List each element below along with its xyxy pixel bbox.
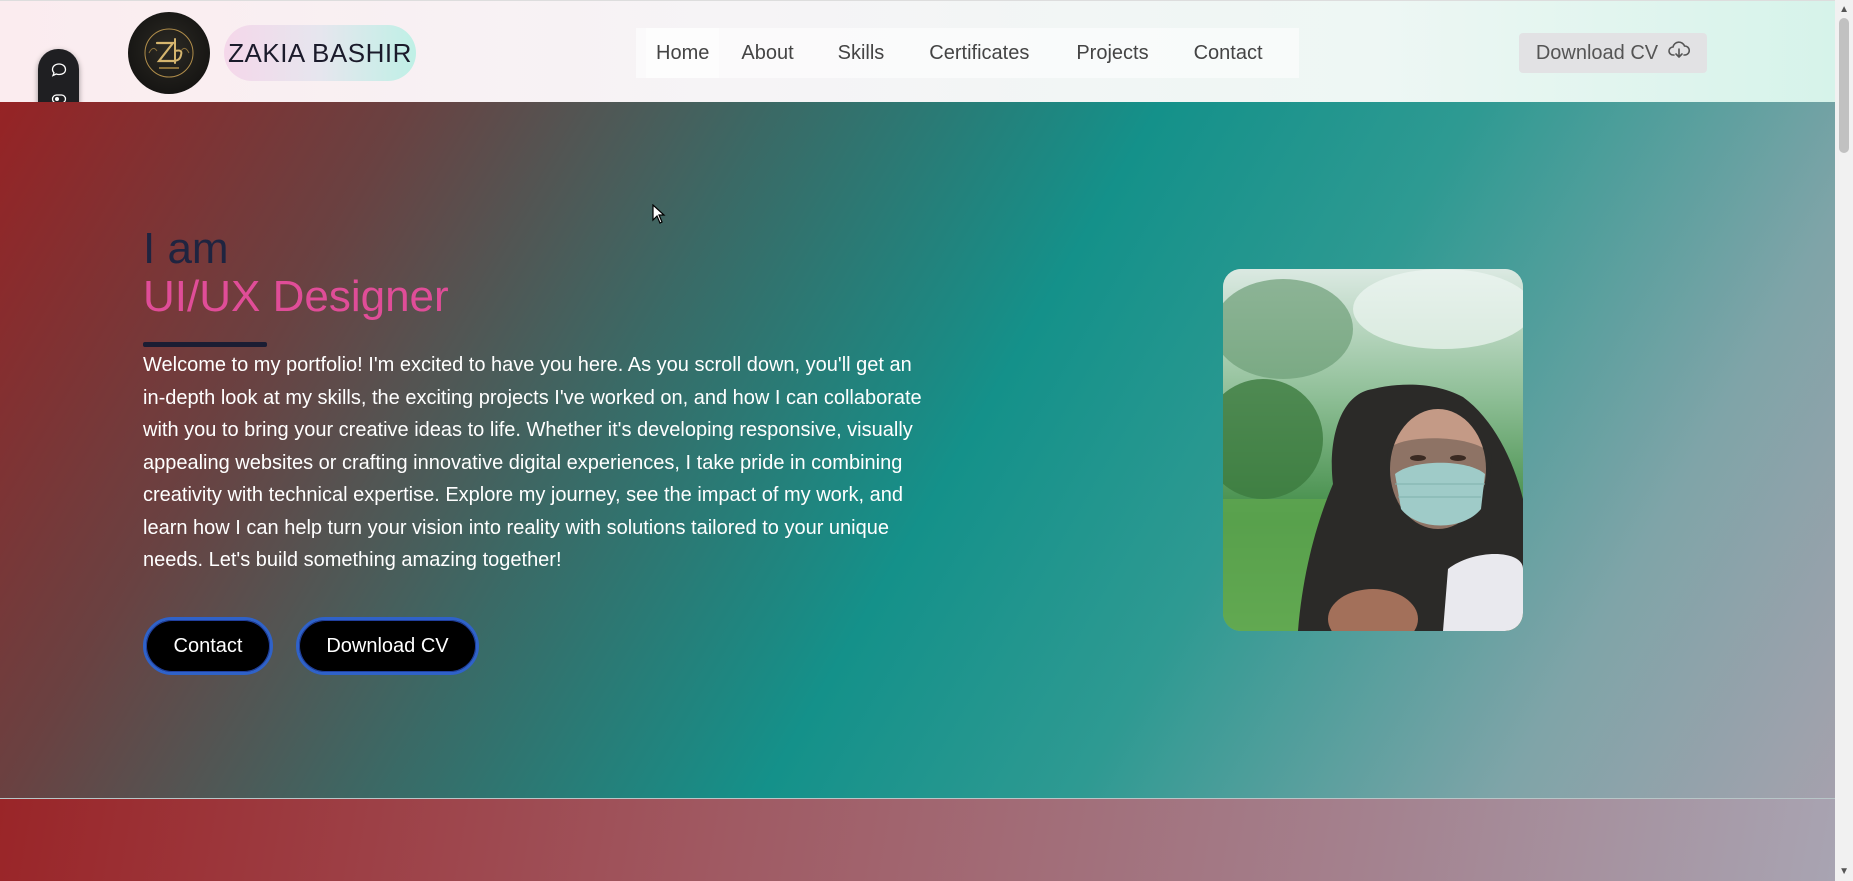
download-cv-label: Download CV xyxy=(1535,41,1659,64)
nav-skills[interactable]: Skills xyxy=(826,28,897,78)
scroll-up-arrow-icon[interactable]: ▲ xyxy=(1839,4,1849,15)
contact-button[interactable]: Contact xyxy=(143,617,273,675)
main-nav: Home About Skills Certificates Projects … xyxy=(636,28,1299,78)
hero-section: I am UI/UX Designer Welcome to my portfo… xyxy=(0,102,1835,799)
brand-name[interactable]: ZAKIA BASHIR xyxy=(224,25,416,81)
heading-underline xyxy=(143,342,267,347)
download-cv-header-button[interactable]: Download CV xyxy=(1519,33,1707,73)
chat-bubble-icon[interactable] xyxy=(50,61,68,79)
next-section xyxy=(0,799,1835,881)
scroll-down-arrow-icon[interactable]: ▼ xyxy=(1839,866,1849,877)
zb-logo-icon[interactable] xyxy=(128,12,210,94)
download-cv-button[interactable]: Download CV xyxy=(296,617,479,675)
vertical-scrollbar[interactable]: ▲ ▼ xyxy=(1835,0,1853,881)
hero-role: UI/UX Designer xyxy=(143,272,449,321)
site-header: ZAKIA BASHIR Home About Skills Certifica… xyxy=(0,0,1835,102)
hero-intro: Welcome to my portfolio! I'm excited to … xyxy=(143,354,922,571)
nav-about[interactable]: About xyxy=(729,28,805,78)
profile-photo xyxy=(1223,269,1523,631)
scrollbar-thumb[interactable] xyxy=(1839,18,1849,153)
hero-greeting: I am xyxy=(143,224,229,273)
nav-certificates[interactable]: Certificates xyxy=(917,28,1041,78)
nav-home[interactable]: Home xyxy=(646,28,720,78)
mouse-cursor-icon xyxy=(652,203,666,229)
nav-projects[interactable]: Projects xyxy=(1064,28,1160,78)
cloud-download-icon xyxy=(1668,41,1691,65)
nav-contact[interactable]: Contact xyxy=(1182,28,1275,78)
